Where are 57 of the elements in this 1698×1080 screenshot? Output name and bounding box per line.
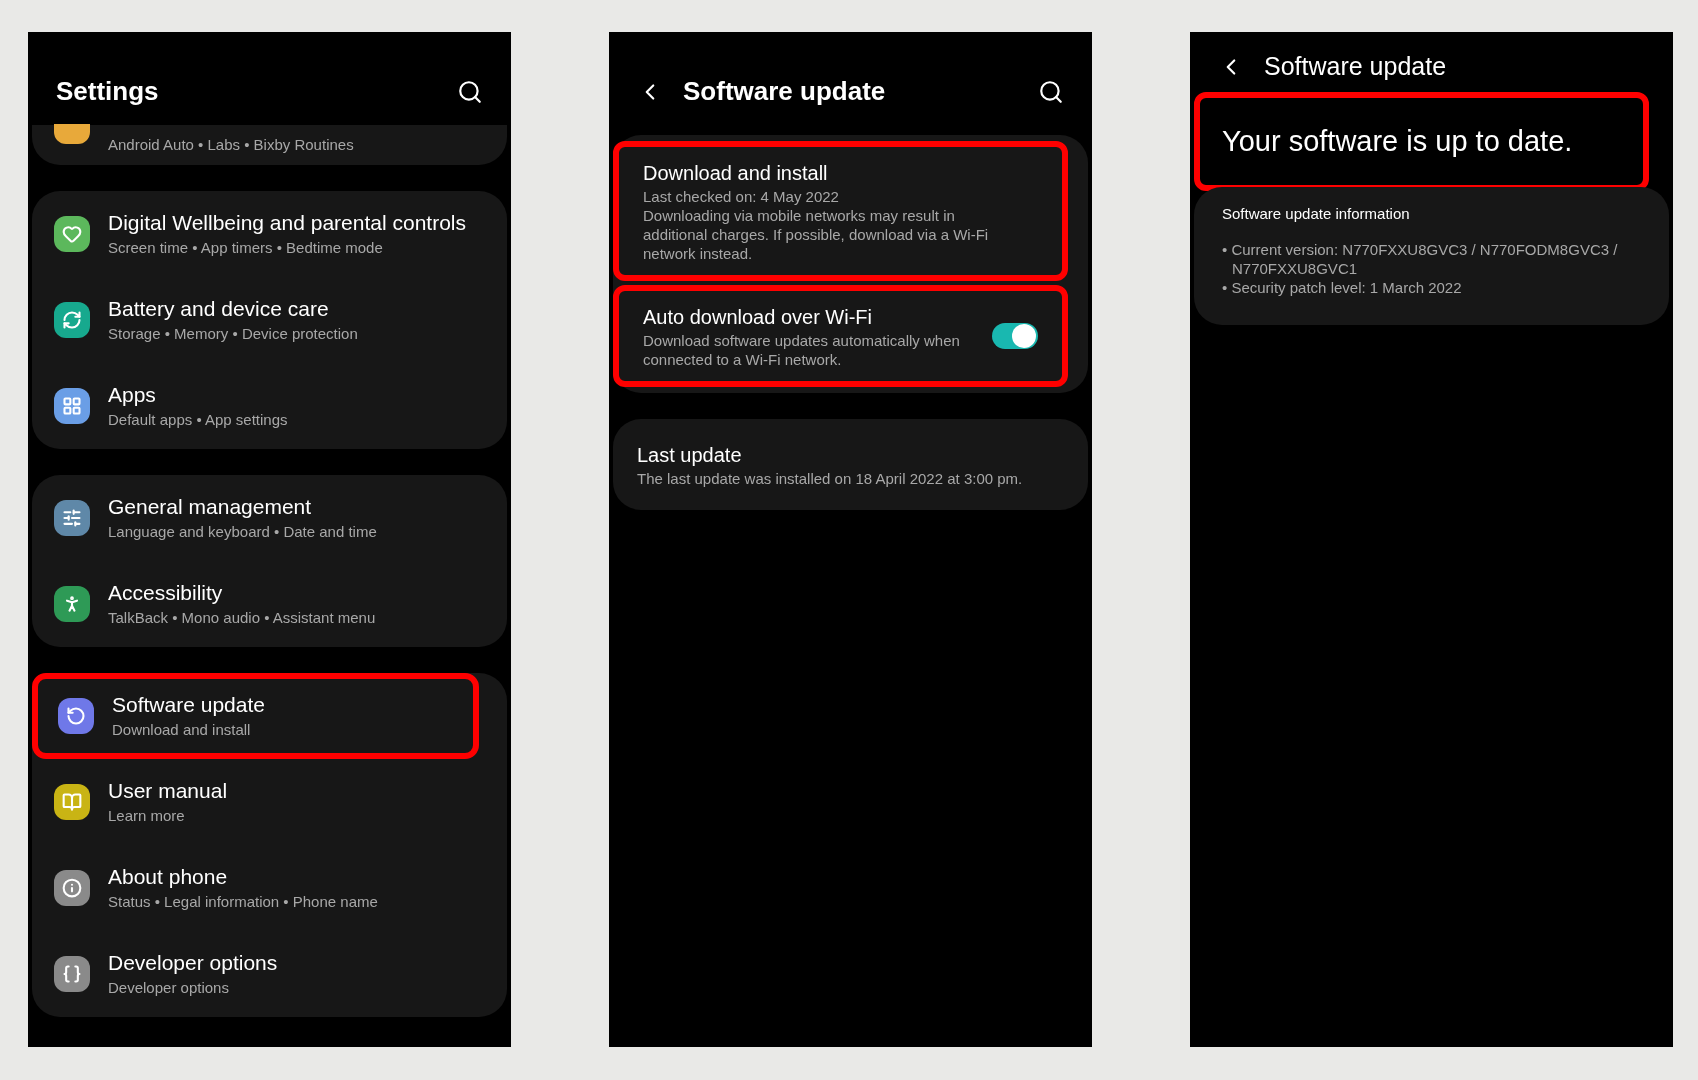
item-title: Accessibility xyxy=(108,580,224,606)
item-title: Developer options xyxy=(108,950,279,976)
option-description: Download software updates automatically when connected to a Wi-Fi network. xyxy=(643,331,960,369)
search-icon[interactable] xyxy=(457,78,483,105)
braces-icon xyxy=(54,956,90,992)
item-subtitle: Default apps • App settings xyxy=(108,410,289,430)
search-icon[interactable] xyxy=(1038,78,1064,105)
settings-item[interactable]: Developer options Developer options xyxy=(34,931,505,1017)
screen-title: Settings xyxy=(56,75,159,108)
info-heading: Software update information xyxy=(1222,204,1411,224)
settings-item[interactable]: Android Auto • Labs • Bixby Routines xyxy=(34,125,505,165)
option-description: The last update was installed on 18 April 2022 at 3:00 pm. xyxy=(637,469,1024,488)
info-text: • Security patch level: 1 March 2022 xyxy=(1222,277,1463,297)
update-option[interactable]: Download and install Last checked on: 4 May 2022 Downloading via mobile networks may result in additional charges. If possible, download via a Wi-Fi network instead. xyxy=(613,141,1068,281)
item-subtitle: Screen time • App timers • Bedtime mode xyxy=(108,238,384,258)
item-subtitle: Developer options xyxy=(108,978,230,998)
item-title: General management xyxy=(108,494,313,520)
settings-item[interactable]: Accessibility TalkBack • Mono audio • Assistant menu xyxy=(34,561,505,647)
item-subtitle: Language and keyboard • Date and time xyxy=(108,522,378,542)
option-title: Last update xyxy=(637,443,743,468)
settings-item[interactable]: About phone Status • Legal information • Phone name xyxy=(34,845,505,931)
grid-icon xyxy=(54,388,90,424)
person-icon xyxy=(54,586,90,622)
item-subtitle: Android Auto • Labs • Bixby Routines xyxy=(108,135,355,155)
refresh-icon xyxy=(54,302,90,338)
item-subtitle: Storage • Memory • Device protection xyxy=(108,324,359,344)
item-title: Digital Wellbeing and parental controls xyxy=(108,210,467,236)
screen-title: Software update xyxy=(683,75,887,108)
info-icon xyxy=(54,870,90,906)
item-title: Apps xyxy=(108,382,157,408)
sliders-icon xyxy=(54,500,90,536)
option-description: Last checked on: 4 May 2022 xyxy=(643,187,840,206)
settings-item[interactable]: Software update Download and install xyxy=(32,673,479,759)
item-subtitle: Learn more xyxy=(108,806,186,826)
settings-item[interactable]: Digital Wellbeing and parental controls Screen time • App timers • Bedtime mode xyxy=(34,191,505,277)
update-option[interactable]: Auto download over Wi-Fi Download software updates automatically when connected to a Wi-Fi network. xyxy=(613,285,1068,387)
item-title: About phone xyxy=(108,864,229,890)
item-subtitle: TalkBack • Mono audio • Assistant menu xyxy=(108,608,377,628)
item-title: Battery and device care xyxy=(108,296,330,322)
item-title: User manual xyxy=(108,778,229,804)
update-option[interactable]: Last update The last update was installed on 18 April 2022 at 3:00 pm. xyxy=(613,421,1088,508)
book-icon xyxy=(54,784,90,820)
settings-item[interactable]: User manual Learn more xyxy=(34,759,505,845)
option-title: Download and install xyxy=(643,161,829,186)
toggle-switch[interactable] xyxy=(992,323,1038,349)
screen-title: Software update xyxy=(1264,51,1447,82)
rotate-icon xyxy=(58,698,94,734)
item-subtitle: Download and install xyxy=(112,720,252,740)
heart-icon xyxy=(54,216,90,252)
item-subtitle: Status • Legal information • Phone name xyxy=(108,892,379,912)
info-text: • Current version: N770FXXU8GVC3 / N770FODM8GVC3 / N770FXXU8GVC1 xyxy=(1222,239,1619,278)
settings-item[interactable]: Apps Default apps • App settings xyxy=(34,363,505,449)
option-description: Downloading via mobile networks may result in additional charges. If possible, download via a Wi-Fi network instead. xyxy=(643,206,990,263)
option-title: Auto download over Wi-Fi xyxy=(643,305,873,330)
settings-item[interactable]: Battery and device care Storage • Memory • Device protection xyxy=(34,277,505,363)
settings-item[interactable]: General management Language and keyboard • Date and time xyxy=(34,475,505,561)
item-title: Software update xyxy=(112,692,266,718)
